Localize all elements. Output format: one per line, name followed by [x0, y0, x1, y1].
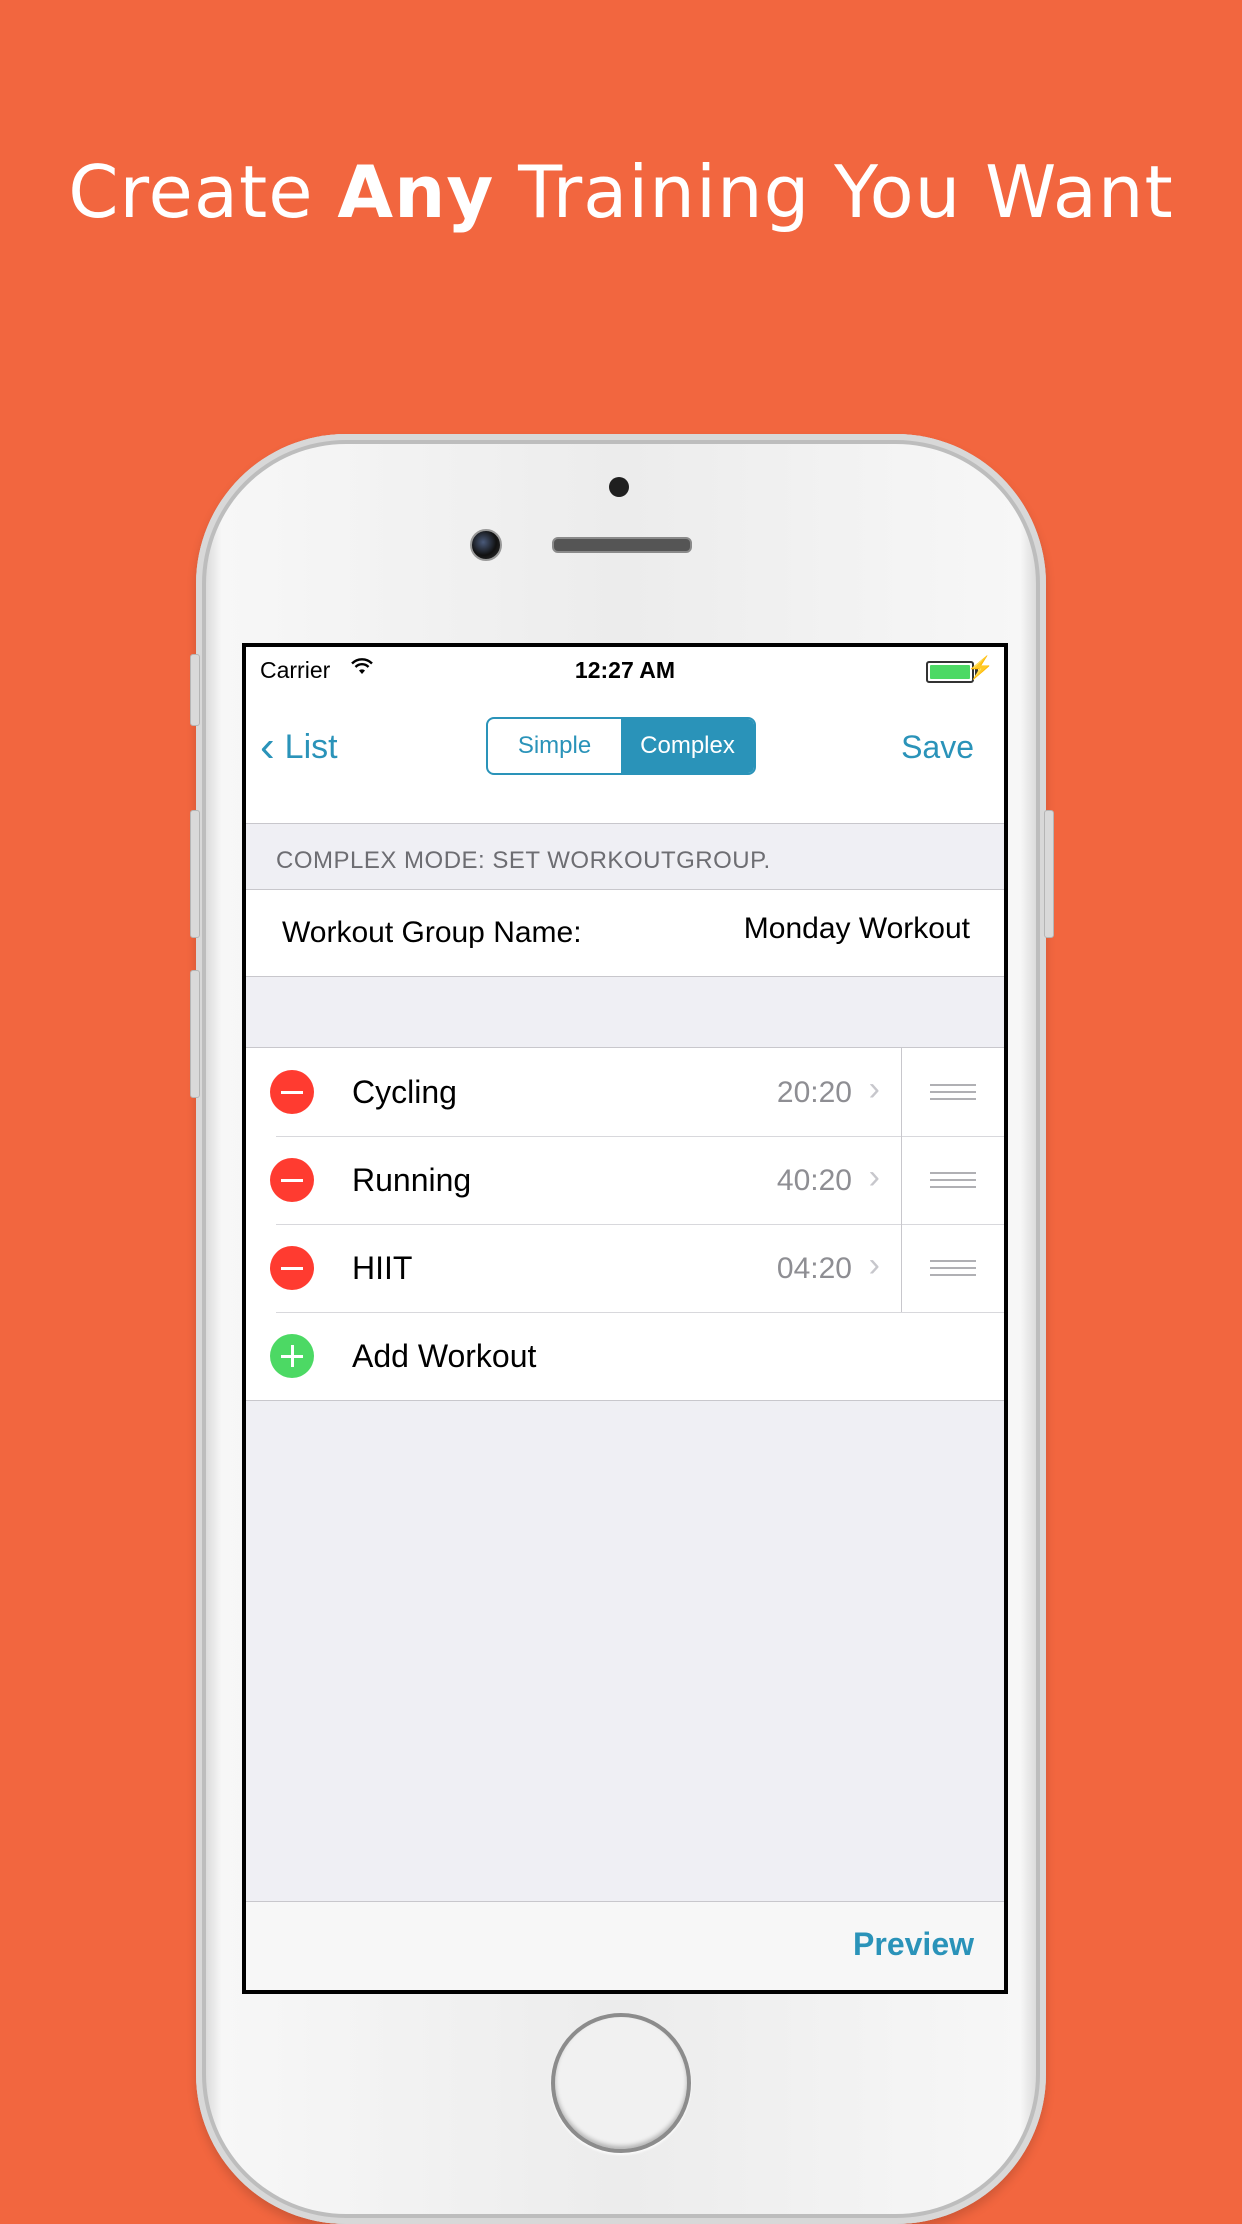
workout-list: Cycling 20:20 › Running 40:20 › HIIT 04:… [246, 1047, 1004, 1401]
phone-power-button [1044, 810, 1054, 938]
reorder-handle-icon[interactable] [930, 1260, 976, 1281]
group-name-field[interactable]: Monday Workout [744, 912, 970, 946]
delete-workout-button[interactable] [270, 1246, 314, 1290]
workout-name: Cycling [352, 1074, 457, 1110]
workout-time: 40:20 [776, 1164, 852, 1197]
group-name-row[interactable]: Workout Group Name: Monday Workout [246, 889, 1004, 977]
delete-workout-button[interactable] [270, 1158, 314, 1202]
workout-row[interactable]: Cycling 20:20 › [246, 1048, 1004, 1136]
segment-simple[interactable]: Simple [488, 719, 621, 773]
chevron-right-icon: › [868, 1246, 880, 1284]
add-workout-row[interactable]: Add Workout [246, 1312, 1004, 1400]
workout-name: HIIT [352, 1250, 413, 1286]
workout-name: Running [352, 1162, 472, 1198]
charging-bolt-icon: ⚡ [966, 655, 994, 680]
earpiece-speaker [552, 537, 692, 553]
clock: 12:27 AM [574, 657, 676, 683]
group-name-label: Workout Group Name: [282, 916, 582, 949]
row-divider [901, 1224, 902, 1312]
mode-segmented-control: Simple Complex [486, 717, 756, 775]
chevron-right-icon: › [868, 1158, 880, 1196]
back-button[interactable]: ‹ List [260, 717, 338, 777]
bottom-toolbar: Preview [246, 1901, 1004, 1990]
workout-row[interactable]: Running 40:20 › [246, 1136, 1004, 1224]
delete-workout-button[interactable] [270, 1070, 314, 1114]
headline: Create Any Training You Want [68, 150, 1174, 234]
preview-button[interactable]: Preview [853, 1926, 974, 1963]
chevron-left-icon: ‹ [260, 722, 275, 771]
home-button[interactable] [551, 2013, 691, 2153]
row-divider [901, 1048, 902, 1136]
reorder-handle-icon[interactable] [930, 1084, 976, 1105]
workout-time: 20:20 [776, 1076, 852, 1109]
workout-time: 04:20 [776, 1252, 852, 1285]
add-workout-button[interactable] [270, 1334, 314, 1378]
add-workout-label: Add Workout [352, 1338, 537, 1374]
save-button[interactable]: Save [901, 717, 974, 777]
reorder-handle-icon[interactable] [930, 1172, 976, 1193]
workout-row[interactable]: HIIT 04:20 › [246, 1224, 1004, 1312]
section-header: COMPLEX MODE: SET WORKOUTGROUP. [276, 847, 771, 874]
status-bar: Carrier 12:27 AM ⚡ [246, 647, 1004, 697]
camera-lens [470, 529, 502, 561]
minus-icon [281, 1266, 303, 1270]
headline-emphasis: Any [337, 150, 495, 234]
navigation-bar: ‹ List Simple Complex Save [246, 697, 1004, 824]
phone-screen: Carrier 12:27 AM ⚡ ‹ List Simple Complex… [242, 643, 1008, 1994]
minus-icon [281, 1178, 303, 1182]
phone-side-button [190, 654, 200, 726]
phone-volume-down [190, 970, 200, 1098]
chevron-right-icon: › [868, 1070, 880, 1108]
segment-complex[interactable]: Complex [621, 719, 754, 773]
minus-icon [281, 1090, 303, 1094]
back-label: List [284, 727, 338, 766]
front-camera [609, 477, 629, 497]
row-divider [901, 1136, 902, 1224]
phone-volume-up [190, 810, 200, 938]
